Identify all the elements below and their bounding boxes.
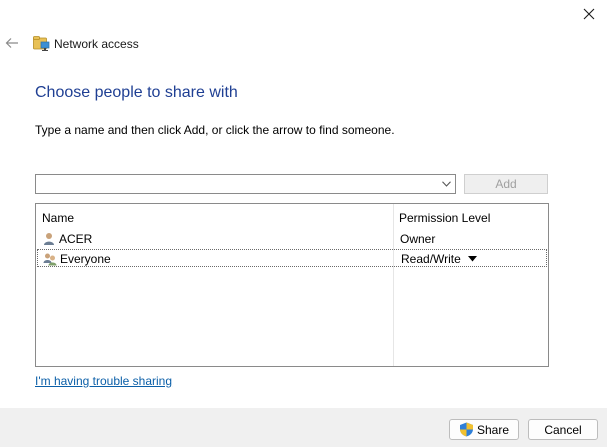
- back-arrow-icon: [5, 38, 18, 48]
- row-name: Everyone: [60, 252, 111, 266]
- instruction-text: Type a name and then click Add, or click…: [35, 123, 395, 137]
- column-header-name[interactable]: Name: [42, 211, 74, 225]
- dropdown-arrow-icon: [467, 256, 477, 262]
- window-title: Network access: [54, 37, 139, 51]
- dialog-footer: Share Cancel: [0, 408, 607, 447]
- name-combobox[interactable]: [35, 174, 456, 194]
- trouble-sharing-link[interactable]: I'm having trouble sharing: [35, 374, 172, 388]
- column-divider: [393, 204, 394, 366]
- cancel-button[interactable]: Cancel: [528, 419, 598, 440]
- dropdown-arrow[interactable]: [440, 177, 452, 191]
- page-heading: Choose people to share with: [35, 84, 238, 101]
- uac-shield-icon: [459, 422, 473, 437]
- list-row-everyone[interactable]: Everyone Read/Write: [37, 249, 547, 267]
- share-label: Share: [476, 422, 510, 437]
- back-button[interactable]: [4, 34, 20, 52]
- row-permission: Owner: [400, 232, 436, 246]
- column-header-permission[interactable]: Permission Level: [399, 211, 490, 225]
- share-button[interactable]: Share: [449, 419, 519, 440]
- add-button[interactable]: Add: [464, 174, 548, 194]
- network-folder-icon: [33, 36, 50, 51]
- close-icon: [583, 8, 595, 20]
- close-button[interactable]: [579, 4, 599, 24]
- permission-value: Read/Write: [401, 252, 461, 266]
- sharing-list[interactable]: Name Permission Level ACER Owner Everyon…: [35, 203, 549, 367]
- row-name: ACER: [59, 232, 93, 246]
- list-row-acer[interactable]: ACER Owner: [37, 230, 547, 248]
- user-icon: [44, 233, 54, 245]
- permission-dropdown[interactable]: Read/Write: [401, 252, 477, 266]
- group-icon: [43, 253, 57, 266]
- chevron-down-icon: [441, 181, 451, 187]
